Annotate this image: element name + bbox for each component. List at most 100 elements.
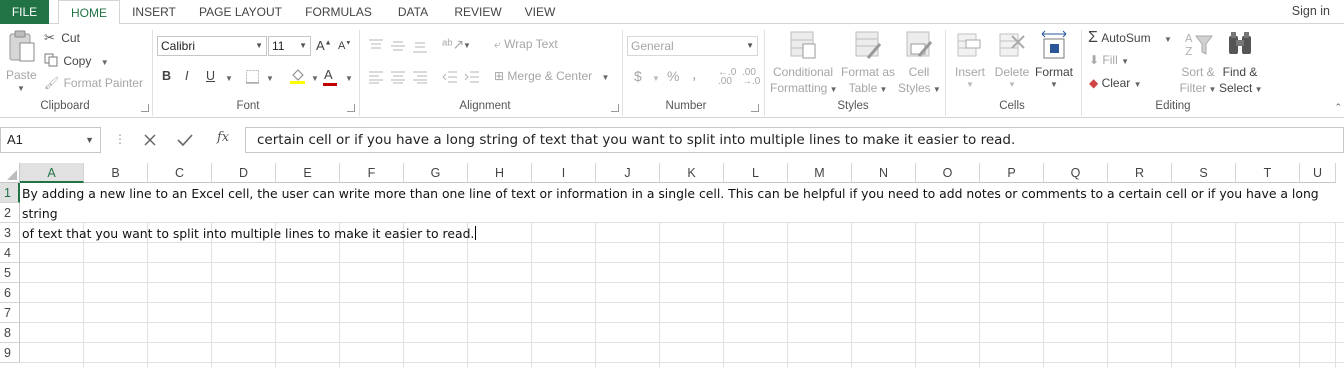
row-header-9[interactable]: 9	[0, 343, 20, 363]
underline-dropdown-icon[interactable]: ▼	[225, 74, 233, 83]
column-header-n[interactable]: N	[852, 163, 916, 183]
column-header-l[interactable]: L	[724, 163, 788, 183]
sign-in-link[interactable]: Sign in	[1292, 0, 1330, 24]
conditional-formatting-button[interactable]: Conditional Formatting ▼	[770, 28, 838, 98]
column-header-s[interactable]: S	[1172, 163, 1236, 183]
align-left-icon[interactable]	[368, 70, 384, 84]
row-header-6[interactable]: 6	[0, 283, 20, 303]
column-header-a[interactable]: A	[20, 163, 84, 183]
column-header-h[interactable]: H	[468, 163, 532, 183]
column-header-p[interactable]: P	[980, 163, 1044, 183]
tab-insert[interactable]: INSERT	[128, 0, 180, 24]
fill-button[interactable]: ⬇ Fill ▼	[1089, 53, 1129, 67]
row-header-3[interactable]: 3	[0, 223, 20, 243]
decrease-decimal-icon[interactable]: .00 →.0	[742, 68, 760, 87]
grow-font-button[interactable]: A▲	[316, 38, 332, 53]
autosum-button[interactable]: Σ AutoSum ▼	[1088, 29, 1172, 47]
row-header-1[interactable]: 1	[0, 183, 20, 203]
tab-review[interactable]: REVIEW	[450, 0, 506, 24]
align-top-icon[interactable]	[368, 38, 384, 52]
column-header-i[interactable]: I	[532, 163, 596, 183]
insert-function-icon[interactable]: fx	[217, 130, 229, 145]
delete-cells-button[interactable]: Delete ▼	[991, 28, 1033, 98]
formula-input[interactable]: certain cell or if you have a long strin…	[245, 127, 1344, 153]
italic-button[interactable]: I	[185, 69, 188, 83]
cut-button[interactable]: ✂ Cut	[44, 30, 80, 48]
borders-dropdown-icon[interactable]: ▼	[266, 74, 274, 83]
column-header-j[interactable]: J	[596, 163, 660, 183]
format-as-table-button[interactable]: Format as Table ▼	[840, 28, 896, 98]
currency-dropdown-icon[interactable]: ▼	[652, 74, 660, 83]
fill-color-dropdown-icon[interactable]: ▼	[311, 74, 319, 83]
name-box[interactable]: A1 ▼	[0, 127, 101, 153]
alignment-group-label: Alignment	[459, 100, 511, 112]
percent-button[interactable]: %	[667, 68, 679, 84]
column-header-g[interactable]: G	[404, 163, 468, 183]
row-header-2[interactable]: 2	[0, 203, 20, 223]
align-middle-icon[interactable]	[390, 38, 406, 52]
column-header-d[interactable]: D	[212, 163, 276, 183]
column-header-c[interactable]: C	[148, 163, 212, 183]
insert-cells-button[interactable]: Insert ▼	[950, 28, 990, 98]
number-launcher-icon[interactable]	[751, 104, 759, 112]
cell-a1-content[interactable]: By adding a new line to an Excel cell, t…	[22, 184, 1344, 244]
enter-check-icon[interactable]	[177, 133, 193, 147]
tab-data[interactable]: DATA	[389, 0, 437, 24]
column-header-m[interactable]: M	[788, 163, 852, 183]
format-cells-button[interactable]: Format ▼	[1034, 28, 1074, 98]
tab-file[interactable]: FILE	[0, 0, 49, 24]
row-header-8[interactable]: 8	[0, 323, 20, 343]
cell-styles-button[interactable]: Cell Styles ▼	[898, 28, 941, 98]
column-header-u[interactable]: U	[1300, 163, 1336, 183]
font-name-combo[interactable]: Calibri ▼	[157, 36, 267, 56]
number-format-combo[interactable]: General ▼	[627, 36, 758, 56]
cancel-icon[interactable]	[144, 134, 156, 146]
column-header-q[interactable]: Q	[1044, 163, 1108, 183]
align-center-icon[interactable]	[390, 70, 406, 84]
tab-formulas[interactable]: FORMULAS	[301, 0, 376, 24]
decrease-indent-icon[interactable]	[442, 70, 458, 84]
row-header-4[interactable]: 4	[0, 243, 20, 263]
font-color-button[interactable]: A	[323, 67, 337, 86]
column-header-t[interactable]: T	[1236, 163, 1300, 183]
shrink-font-button[interactable]: A▼	[338, 40, 351, 52]
wrap-text-button[interactable]: ⤶ Wrap Text	[494, 37, 558, 52]
orientation-dropdown-icon[interactable]: ▼	[463, 41, 471, 50]
select-all-corner[interactable]	[0, 163, 20, 183]
tab-home[interactable]: HOME	[58, 0, 120, 25]
fill-color-icon[interactable]	[289, 67, 307, 85]
currency-button[interactable]: $	[634, 68, 642, 84]
clipboard-launcher-icon[interactable]	[141, 104, 149, 112]
underline-button[interactable]: U	[206, 69, 215, 83]
copy-button[interactable]: Copy ▼	[44, 53, 109, 71]
increase-indent-icon[interactable]	[464, 70, 480, 84]
tab-page-layout[interactable]: PAGE LAYOUT	[193, 0, 288, 24]
orientation-icon[interactable]: ᵃᵇ↗	[442, 36, 464, 53]
merge-center-button[interactable]: ⊞ Merge & Center ▼	[494, 69, 609, 83]
column-header-e[interactable]: E	[276, 163, 340, 183]
column-header-r[interactable]: R	[1108, 163, 1172, 183]
clear-button[interactable]: ◆ Clear ▼	[1089, 76, 1142, 90]
format-painter-button[interactable]: 🖌 Format Painter	[44, 76, 143, 94]
sort-filter-button[interactable]: A Z Sort & Filter ▼	[1178, 28, 1218, 98]
column-header-f[interactable]: F	[340, 163, 404, 183]
increase-decimal-icon[interactable]: ←.0.00	[718, 68, 736, 87]
align-right-icon[interactable]	[412, 70, 428, 84]
row-header-7[interactable]: 7	[0, 303, 20, 323]
paste-button[interactable]: Paste ▼	[4, 28, 38, 94]
comma-button[interactable]: ,	[692, 66, 696, 84]
tab-view[interactable]: VIEW	[519, 0, 561, 24]
column-header-k[interactable]: K	[660, 163, 724, 183]
bold-button[interactable]: B	[162, 69, 171, 83]
borders-icon[interactable]	[245, 69, 261, 85]
find-select-button[interactable]: Find & Select ▼	[1219, 28, 1263, 98]
collapse-ribbon-icon[interactable]: ⌃	[1334, 102, 1342, 113]
alignment-launcher-icon[interactable]	[611, 104, 619, 112]
font-launcher-icon[interactable]	[347, 104, 355, 112]
font-color-dropdown-icon[interactable]: ▼	[345, 74, 353, 83]
font-size-combo[interactable]: 11 ▼	[268, 36, 311, 56]
row-header-5[interactable]: 5	[0, 263, 20, 283]
column-header-b[interactable]: B	[84, 163, 148, 183]
column-header-o[interactable]: O	[916, 163, 980, 183]
align-bottom-icon[interactable]	[412, 38, 428, 54]
